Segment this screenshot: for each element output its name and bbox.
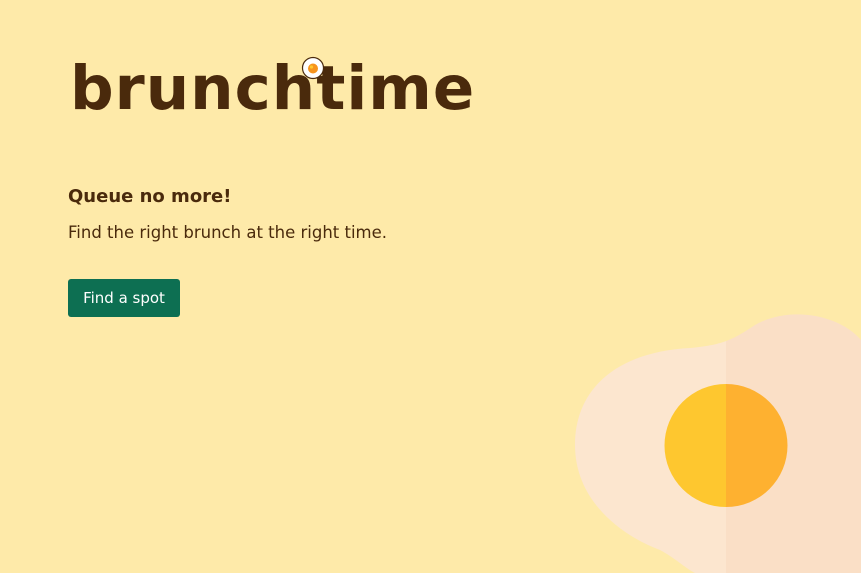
hero-headline: Queue no more! (68, 186, 232, 207)
find-a-spot-button[interactable]: Find a spot (68, 279, 180, 317)
fried-egg-illustration (575, 314, 861, 573)
brand-logo[interactable]: brunchtime (70, 47, 475, 131)
fried-egg-icon (301, 56, 325, 80)
hero-tagline: Find the right brunch at the right time. (68, 223, 388, 242)
